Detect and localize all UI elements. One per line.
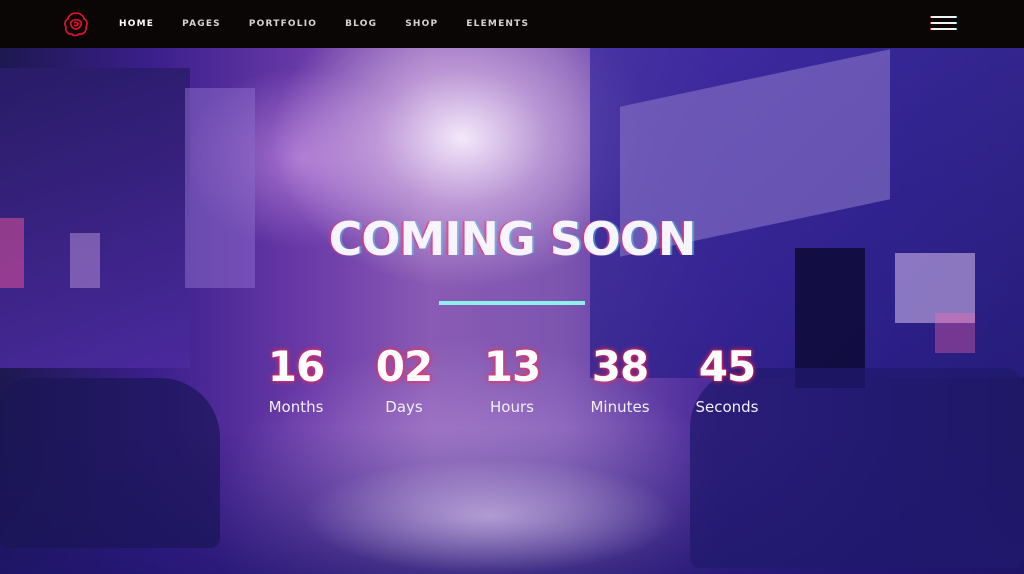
countdown-months: 16 Months — [246, 342, 346, 417]
countdown-value: 45 — [698, 342, 756, 391]
nav-elements[interactable]: ELEMENTS — [466, 19, 529, 29]
countdown-label: Months — [268, 398, 324, 416]
countdown-seconds: 45 Seconds — [677, 342, 777, 417]
countdown-label: Hours — [490, 398, 534, 416]
right-window-glitch — [935, 313, 975, 353]
left-vehicle-shape — [0, 378, 220, 548]
nav-shop[interactable]: SHOP — [405, 19, 438, 29]
countdown-label: Minutes — [590, 398, 650, 416]
hero-background: COMING SOON 16 Months 02 Days 13 Hours 3… — [0, 48, 1024, 574]
rose-logo-icon[interactable] — [62, 10, 90, 38]
main-nav: HOME PAGES PORTFOLIO BLOG SHOP ELEMENTS — [119, 0, 557, 48]
nav-blog[interactable]: BLOG — [345, 19, 377, 29]
coming-soon-title: COMING SOON — [328, 212, 697, 266]
right-doorway-shape — [795, 248, 865, 388]
countdown-value: 02 — [375, 342, 433, 391]
countdown-days: 02 Days — [354, 342, 454, 417]
countdown-label: Seconds — [695, 398, 759, 416]
countdown-value: 16 — [267, 342, 325, 391]
hamburger-menu-icon[interactable] — [931, 16, 956, 32]
countdown-hours: 13 Hours — [462, 342, 562, 417]
nav-portfolio[interactable]: PORTFOLIO — [249, 19, 317, 29]
street-light-shape — [300, 458, 680, 574]
countdown-value: 38 — [591, 342, 649, 391]
countdown-label: Days — [385, 398, 423, 416]
countdown-value: 13 — [483, 342, 541, 391]
nav-pages[interactable]: PAGES — [182, 19, 221, 29]
nav-home[interactable]: HOME — [119, 19, 154, 29]
top-navigation-bar: HOME PAGES PORTFOLIO BLOG SHOP ELEMENTS — [0, 0, 1024, 48]
title-underline — [439, 301, 585, 305]
countdown-minutes: 38 Minutes — [570, 342, 670, 417]
